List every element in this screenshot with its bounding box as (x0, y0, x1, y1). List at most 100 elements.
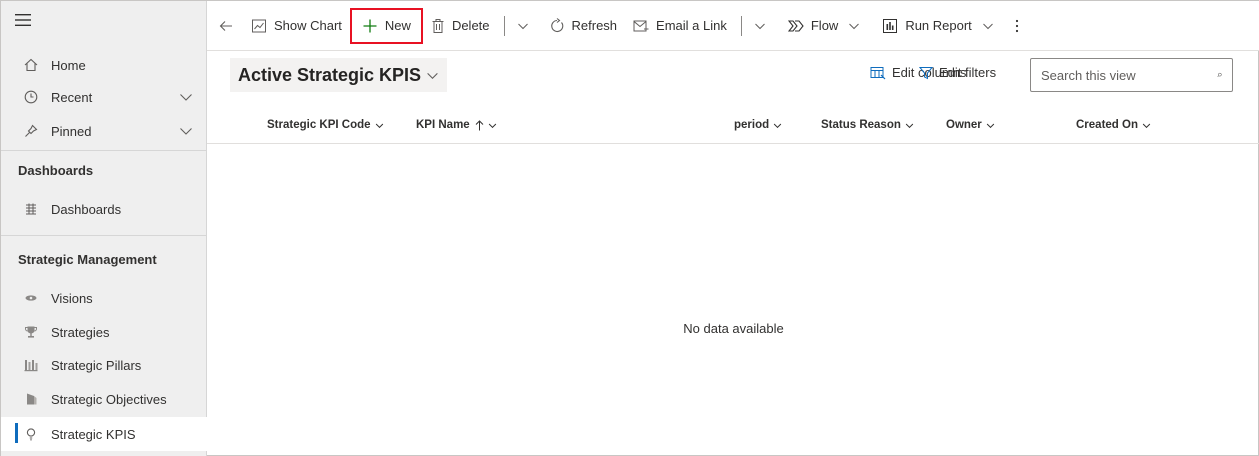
sidebar-item-label: Strategic KPIS (51, 426, 136, 442)
column-header-period[interactable]: period (734, 119, 782, 131)
sort-ascending-icon (475, 119, 484, 130)
column-header-status-reason[interactable]: Status Reason (821, 119, 914, 131)
empty-state-message: No data available (683, 321, 784, 336)
edit-filters-button[interactable]: Edit filters (919, 65, 996, 80)
column-label: Strategic KPI Code (267, 119, 371, 131)
column-label: period (734, 119, 770, 131)
column-header-owner[interactable]: Owner (946, 119, 995, 131)
sidebar-item-label: Pinned (51, 123, 92, 139)
chevron-down-icon (849, 23, 860, 29)
eye-icon (23, 290, 39, 306)
back-arrow-icon (219, 20, 232, 31)
search-input[interactable] (1041, 67, 1217, 83)
column-label: Created On (1076, 119, 1138, 131)
report-icon (883, 18, 898, 33)
email-link-button[interactable]: Email a Link (625, 10, 735, 42)
pin-icon (23, 123, 39, 139)
column-label: KPI Name (416, 119, 470, 131)
search-box (1030, 58, 1233, 92)
toolbar-separator (503, 15, 505, 36)
command-bar: Show Chart New Delete Refresh Email a Li… (207, 1, 1259, 51)
new-button[interactable]: New (349, 7, 423, 44)
sidebar-item-label: Dashboards (51, 201, 122, 217)
view-selector[interactable]: Active Strategic KPIS (230, 58, 448, 92)
email-link-label: Email a Link (656, 18, 727, 33)
sidebar-item-label: Recent (51, 89, 93, 105)
delete-label: Delete (451, 18, 490, 33)
page-title: Active Strategic KPIS (238, 64, 422, 85)
chevron-down-icon (375, 123, 383, 128)
flow-icon (787, 19, 804, 32)
flow-label: Flow (810, 18, 839, 33)
sidebar-item-label: Strategic Pillars (51, 357, 142, 373)
trophy-icon (23, 324, 39, 340)
column-label: Status Reason (821, 119, 901, 131)
chevron-down-icon (986, 123, 995, 128)
column-header-kpi-code[interactable]: Strategic KPI Code (267, 119, 384, 131)
grid-header: Strategic KPI Code KPI Name period Statu… (207, 108, 1259, 144)
chart-icon (252, 19, 266, 32)
lightbulb-icon (23, 426, 39, 442)
run-report-label: Run Report (905, 18, 972, 33)
chevron-down-icon[interactable] (179, 90, 193, 104)
refresh-label: Refresh (571, 18, 618, 33)
flow-button[interactable]: Flow (780, 10, 868, 42)
delete-button[interactable]: Delete (423, 10, 498, 42)
clock-icon (23, 89, 39, 105)
run-report-button[interactable]: Run Report (874, 10, 1001, 42)
chevron-down-icon (773, 123, 782, 128)
toolbar-separator (740, 15, 742, 36)
sidebar: Home Recent Pinned Dashboards Dashboards… (1, 1, 207, 456)
column-header-created-on[interactable]: Created On (1076, 119, 1151, 131)
sidebar-divider (1, 235, 207, 236)
trash-icon (432, 18, 444, 33)
chevron-down-icon[interactable] (179, 124, 193, 138)
sidebar-divider (1, 150, 207, 151)
edit-filters-label: Edit filters (939, 65, 997, 80)
delete-dropdown-button[interactable] (511, 10, 535, 42)
sidebar-section-header-strategic-management: Strategic Management (18, 252, 157, 267)
app-window: Home Recent Pinned Dashboards Dashboards… (0, 0, 1259, 456)
chevron-down-icon (905, 123, 914, 128)
email-dropdown-button[interactable] (748, 10, 772, 42)
edit-columns-icon (870, 66, 886, 79)
sidebar-item-strategies[interactable]: Strategies (1, 316, 207, 348)
sidebar-section-header-dashboards: Dashboards (18, 163, 94, 178)
sidebar-item-visions[interactable]: Visions (1, 282, 207, 314)
refresh-icon (550, 17, 563, 32)
email-icon (633, 20, 649, 31)
filter-icon (919, 66, 933, 79)
sidebar-item-label: Strategic Objectives (51, 391, 167, 407)
hamburger-menu-icon[interactable] (15, 13, 31, 27)
search-icon[interactable] (1217, 68, 1222, 82)
new-label: New (384, 18, 411, 33)
sidebar-item-pinned[interactable]: Pinned (1, 115, 207, 147)
sidebar-item-dashboards[interactable]: Dashboards (1, 193, 207, 225)
show-chart-button[interactable]: Show Chart (243, 10, 350, 42)
chevron-down-icon (1142, 123, 1151, 128)
chevron-down-icon (427, 72, 438, 79)
column-header-kpi-name[interactable]: KPI Name (416, 119, 497, 131)
more-vertical-icon (1015, 19, 1018, 32)
column-label: Owner (946, 119, 982, 131)
refresh-button[interactable]: Refresh (541, 10, 626, 42)
dashboard-icon (23, 201, 39, 217)
sidebar-item-strategic-pillars[interactable]: Strategic Pillars (1, 349, 207, 381)
home-icon (23, 57, 39, 73)
chevron-down-icon (488, 123, 496, 128)
active-indicator (15, 423, 18, 443)
sidebar-item-strategic-objectives[interactable]: Strategic Objectives (1, 383, 207, 415)
more-commands-button[interactable] (1006, 10, 1035, 42)
plus-icon (363, 19, 377, 32)
sidebar-item-recent[interactable]: Recent (1, 81, 207, 113)
sidebar-item-label: Home (51, 57, 86, 73)
sidebar-item-strategic-kpis[interactable]: Strategic KPIS (1, 417, 207, 451)
chevron-down-icon (755, 23, 765, 29)
sidebar-item-label: Visions (51, 290, 93, 306)
sidebar-item-home[interactable]: Home (1, 49, 207, 81)
chevron-down-icon (982, 23, 993, 29)
chevron-down-icon (517, 23, 528, 29)
pillars-icon (23, 357, 39, 373)
back-button[interactable] (207, 10, 243, 42)
show-chart-label: Show Chart (274, 18, 342, 33)
